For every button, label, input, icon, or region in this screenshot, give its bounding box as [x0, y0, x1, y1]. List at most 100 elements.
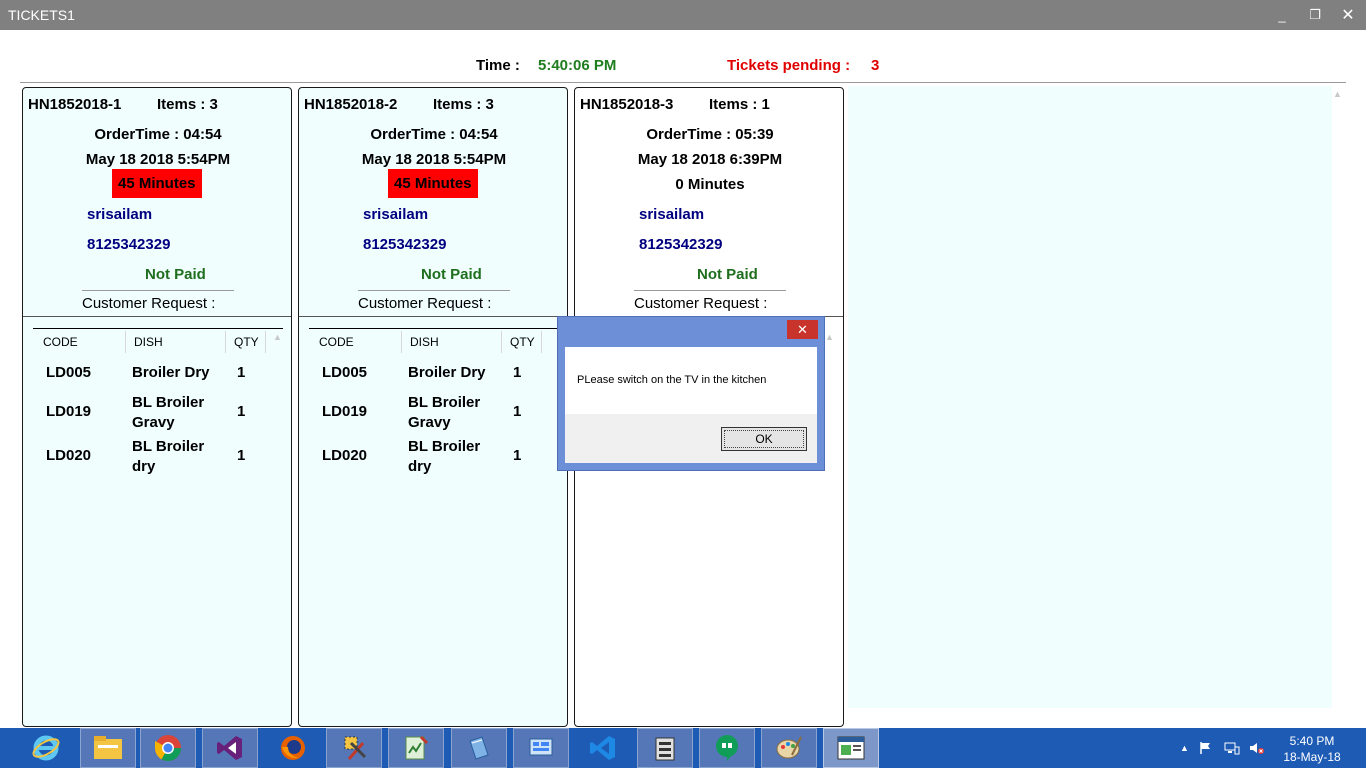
visual-studio-icon[interactable] [202, 728, 258, 768]
dialog-message: PLease switch on the TV in the kitchen [577, 374, 767, 386]
elapsed-minutes-badge: 45 Minutes [388, 169, 478, 198]
tickets-area [848, 86, 1332, 708]
network-icon[interactable] [1224, 728, 1240, 768]
action-center-flag-icon[interactable] [1199, 728, 1213, 768]
internet-explorer-icon[interactable] [18, 728, 74, 768]
scroll-up-arrow-icon[interactable]: ▲ [825, 332, 834, 342]
ticket-items-count: Items : 3 [157, 96, 218, 113]
customer-phone: 8125342329 [87, 236, 171, 253]
dish-name: Broiler Dry [132, 364, 210, 381]
divider [82, 290, 234, 291]
header-divider [20, 82, 1346, 83]
close-window-button[interactable]: ✕ [1331, 0, 1365, 30]
dish-name: BL Broiler Gravy [408, 394, 481, 431]
column-divider[interactable] [225, 331, 226, 353]
book-icon[interactable] [451, 728, 507, 768]
clock-date: 18-May-18 [1283, 750, 1341, 764]
column-divider[interactable] [541, 331, 542, 353]
table-row[interactable]: LD020 BL Broiler dry 1 [33, 429, 283, 475]
dish-qty: 1 [237, 447, 246, 464]
dish-code: LD005 [322, 364, 368, 381]
paint-icon[interactable] [761, 728, 817, 768]
archive-icon[interactable] [637, 728, 693, 768]
ticket-id: HN1852018-2 [304, 96, 398, 113]
control-panel-icon[interactable] [513, 728, 569, 768]
column-header-dish[interactable]: DISH [410, 335, 439, 349]
ticket-items-count: Items : 1 [709, 96, 770, 113]
ticket-id: HN1852018-3 [580, 96, 674, 113]
grid-header: CODE DISH QTY [309, 328, 559, 355]
payment-status: Not Paid [421, 266, 482, 283]
column-header-code[interactable]: CODE [43, 335, 78, 349]
message-dialog: ✕ PLease switch on the TV in the kitchen… [557, 316, 825, 471]
table-row[interactable]: LD019 BL Broiler Gravy 1 [33, 385, 283, 431]
order-time: OrderTime : 05:39 [646, 126, 774, 143]
table-row[interactable]: LD019 BL Broiler Gravy 1 [309, 385, 559, 431]
divider [23, 316, 291, 317]
dialog-body: PLease switch on the TV in the kitchen O… [565, 347, 817, 463]
customer-phone: 8125342329 [363, 236, 447, 253]
dish-qty: 1 [237, 364, 246, 381]
maximize-button[interactable]: ❐ [1298, 0, 1332, 30]
ok-button[interactable]: OK [721, 427, 807, 451]
notepad-icon[interactable] [388, 728, 444, 768]
column-header-dish[interactable]: DISH [134, 335, 163, 349]
elapsed-minutes-badge: 45 Minutes [112, 169, 202, 198]
dialog-message-area: PLease switch on the TV in the kitchen [565, 347, 817, 414]
chrome-icon[interactable] [140, 728, 196, 768]
minimize-button[interactable]: _ [1265, 0, 1299, 30]
dish-name: BL Broiler dry [132, 438, 205, 475]
column-divider[interactable] [125, 331, 126, 353]
ticket-card: HN1852018-2 Items : 3 OrderTime : 04:54 … [298, 87, 568, 727]
order-time: OrderTime : 04:54 [94, 126, 222, 143]
divider [634, 290, 786, 291]
scroll-up-arrow-icon[interactable]: ▲ [1333, 89, 1343, 99]
divider [299, 316, 567, 317]
dish-code: LD020 [46, 447, 92, 464]
order-time: OrderTime : 04:54 [370, 126, 498, 143]
order-date: May 18 2018 5:54PM [85, 151, 231, 168]
dish-name: BL Broiler Gravy [132, 394, 205, 431]
column-divider[interactable] [265, 331, 266, 353]
dish-code: LD019 [46, 403, 92, 420]
column-header-qty[interactable]: QTY [510, 335, 535, 349]
dish-qty: 1 [513, 403, 522, 420]
taskbar: ▲ 5:40 PM 18-May-18 [0, 728, 1366, 768]
table-row[interactable]: LD020 BL Broiler dry 1 [309, 429, 559, 475]
scroll-up-arrow-icon[interactable]: ▲ [273, 332, 282, 342]
column-divider[interactable] [401, 331, 402, 353]
time-label: Time : [476, 57, 520, 74]
customer-request-label: Customer Request : [358, 295, 492, 312]
column-header-code[interactable]: CODE [319, 335, 354, 349]
table-row[interactable]: LD005 Broiler Dry 1 [33, 355, 283, 385]
dish-code: LD019 [322, 403, 368, 420]
firefox-icon[interactable] [265, 728, 321, 768]
tickets-pending-label: Tickets pending : [727, 57, 851, 74]
dialog-close-button[interactable]: ✕ [787, 320, 818, 339]
dish-grid: CODE DISH QTY ▲ LD005 Broiler Dry 1 LD01… [33, 328, 283, 475]
ticket-id: HN1852018-1 [28, 96, 122, 113]
dish-code: LD020 [322, 447, 368, 464]
ticket-items-count: Items : 3 [433, 96, 494, 113]
dish-qty: 1 [237, 403, 246, 420]
clock-time: 5:40 PM [1289, 734, 1335, 748]
volume-muted-icon[interactable] [1248, 728, 1264, 768]
dish-name: BL Broiler dry [408, 438, 481, 475]
order-date: May 18 2018 5:54PM [361, 151, 507, 168]
divider [358, 290, 510, 291]
file-explorer-icon[interactable] [80, 728, 136, 768]
dish-name: Broiler Dry [408, 364, 486, 381]
dish-code: LD005 [46, 364, 92, 381]
window-title: TICKETS1 [8, 7, 75, 23]
taskbar-clock[interactable]: 5:40 PM 18-May-18 [1272, 733, 1352, 765]
tools-icon[interactable] [326, 728, 382, 768]
column-header-qty[interactable]: QTY [234, 335, 259, 349]
tickets-app-icon[interactable] [823, 728, 879, 768]
customer-request-label: Customer Request : [82, 295, 216, 312]
vs-code-icon[interactable] [575, 728, 631, 768]
payment-status: Not Paid [697, 266, 758, 283]
hangouts-icon[interactable] [699, 728, 755, 768]
column-divider[interactable] [501, 331, 502, 353]
show-hidden-icons-icon[interactable]: ▲ [1180, 728, 1189, 768]
table-row[interactable]: LD005 Broiler Dry 1 [309, 355, 559, 385]
